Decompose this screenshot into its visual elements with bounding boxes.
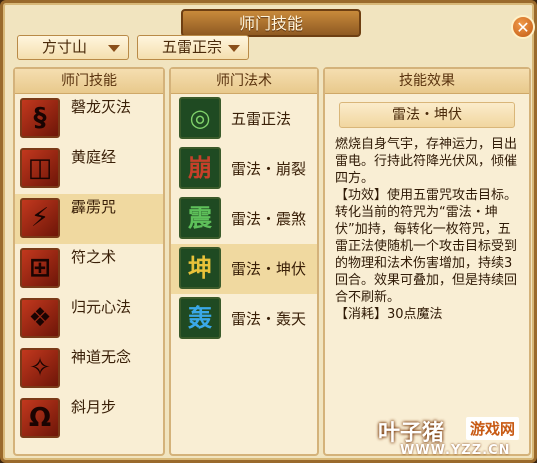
moon-step-icon: Ω [20, 398, 60, 438]
watermark-box: 游戏网 [466, 417, 520, 440]
skill-item-label: 黄庭经 [71, 148, 117, 166]
effect-panel-header: 技能效果 [325, 69, 529, 94]
spells-panel-header: 师门法术 [171, 69, 317, 94]
skill-window: 师门技能 ✕ 方寸山 五雷正宗 师门技能 § 磬龙灭法 ◫ 黄庭经 ⚡ 霹雳咒 ⊞ 符之术 ❖ 归… [0, 0, 537, 463]
spells-list: ◎ 五雷正法崩雷法・崩裂震雷法・震煞坤雷法・坤伏轰雷法・轰天 [171, 94, 317, 344]
scripture-icon: ◫ [20, 148, 60, 188]
skills-list: § 磬龙灭法 ◫ 黄庭经 ⚡ 霹雳咒 ⊞ 符之术 ❖ 归元心法 ✧ 神道无念 Ω 斜月步 [15, 94, 163, 444]
thunder-split-icon: 崩 [179, 147, 221, 189]
talisman-icon: ⊞ [20, 248, 60, 288]
spell-item-label: 雷法・轰天 [231, 310, 307, 328]
spell-item[interactable]: 崩雷法・崩裂 [171, 144, 317, 194]
heart-method-icon: ❖ [20, 298, 60, 338]
spells-panel: 师门法术 ◎ 五雷正法崩雷法・崩裂震雷法・震煞坤雷法・坤伏轰雷法・轰天 [169, 67, 319, 456]
skill-item[interactable]: ⚡ 霹雳咒 [15, 194, 163, 244]
chevron-down-icon [108, 45, 120, 52]
thunder-sky-icon: 轰 [179, 297, 221, 339]
skill-item[interactable]: ✧ 神道无念 [15, 344, 163, 394]
skills-panel: 师门技能 § 磬龙灭法 ◫ 黄庭经 ⚡ 霹雳咒 ⊞ 符之术 ❖ 归元心法 ✧ 神道无念 Ω 斜月步 [13, 67, 165, 456]
skill-item-label: 霹雳咒 [71, 198, 117, 216]
effect-title: 雷法・坤伏 [339, 102, 515, 128]
thunder-quake-icon: 震 [179, 197, 221, 239]
skill-item[interactable]: ❖ 归元心法 [15, 294, 163, 344]
school-dropdown[interactable]: 五雷正宗 [137, 35, 249, 60]
skills-panel-header: 师门技能 [15, 69, 163, 94]
skill-item[interactable]: ⊞ 符之术 [15, 244, 163, 294]
spell-item[interactable]: 轰雷法・轰天 [171, 294, 317, 344]
thunder-rune-icon: ⚡ [20, 198, 60, 238]
skill-item[interactable]: ◫ 黄庭经 [15, 144, 163, 194]
divine-path-icon: ✧ [20, 348, 60, 388]
spell-item-label: 五雷正法 [231, 110, 292, 128]
school-dropdown-value: 五雷正宗 [162, 38, 223, 56]
spell-item-label: 雷法・崩裂 [231, 160, 307, 178]
skill-item-label: 归元心法 [71, 298, 132, 316]
spell-item[interactable]: 坤雷法・坤伏 [171, 244, 317, 294]
thunder-kun-icon: 坤 [179, 247, 221, 289]
effect-description: 燃烧自身气宇，存神运力，目出雷电。行持此符降光伏风，倾催四方。 【功效】使用五雷… [335, 136, 519, 323]
five-thunder-icon: ◎ [179, 97, 221, 139]
sect-dropdown-value: 方寸山 [42, 38, 88, 56]
close-button[interactable]: ✕ [511, 15, 535, 39]
effect-paragraph: 燃烧自身气宇，存神运力，目出雷电。行持此符降光伏风，倾催四方。 [335, 137, 518, 186]
spell-item[interactable]: 震雷法・震煞 [171, 194, 317, 244]
skill-item-label: 符之术 [71, 248, 117, 266]
spell-item-label: 雷法・坤伏 [231, 260, 307, 278]
sect-dropdown[interactable]: 方寸山 [17, 35, 129, 60]
skill-item-label: 斜月步 [71, 398, 117, 416]
spell-item-label: 雷法・震煞 [231, 210, 307, 228]
watermark-url: WWW.YZZ.CN [400, 443, 511, 458]
window-title: 师门技能 [181, 9, 361, 37]
effect-paragraph: 【功效】使用五雷咒攻击目标。转化当前的符咒为“雷法・坤伏”加持，每转化一枚符咒，… [335, 188, 518, 305]
skill-item-label: 磬龙灭法 [71, 98, 132, 116]
skill-item-label: 神道无念 [71, 348, 132, 366]
dragon-coil-icon: § [20, 98, 60, 138]
effect-paragraph: 【消耗】30点魔法 [335, 307, 443, 322]
spell-item[interactable]: ◎ 五雷正法 [171, 94, 317, 144]
effect-panel: 技能效果 雷法・坤伏 燃烧自身气宇，存神运力，目出雷电。行持此符降光伏风，倾催四… [323, 67, 531, 456]
skill-item[interactable]: § 磬龙灭法 [15, 94, 163, 144]
watermark: 叶子猪 游戏网 WWW.YZZ.CN [378, 415, 533, 461]
chevron-down-icon [228, 45, 240, 52]
skill-item[interactable]: Ω 斜月步 [15, 394, 163, 444]
close-icon: ✕ [516, 18, 530, 37]
